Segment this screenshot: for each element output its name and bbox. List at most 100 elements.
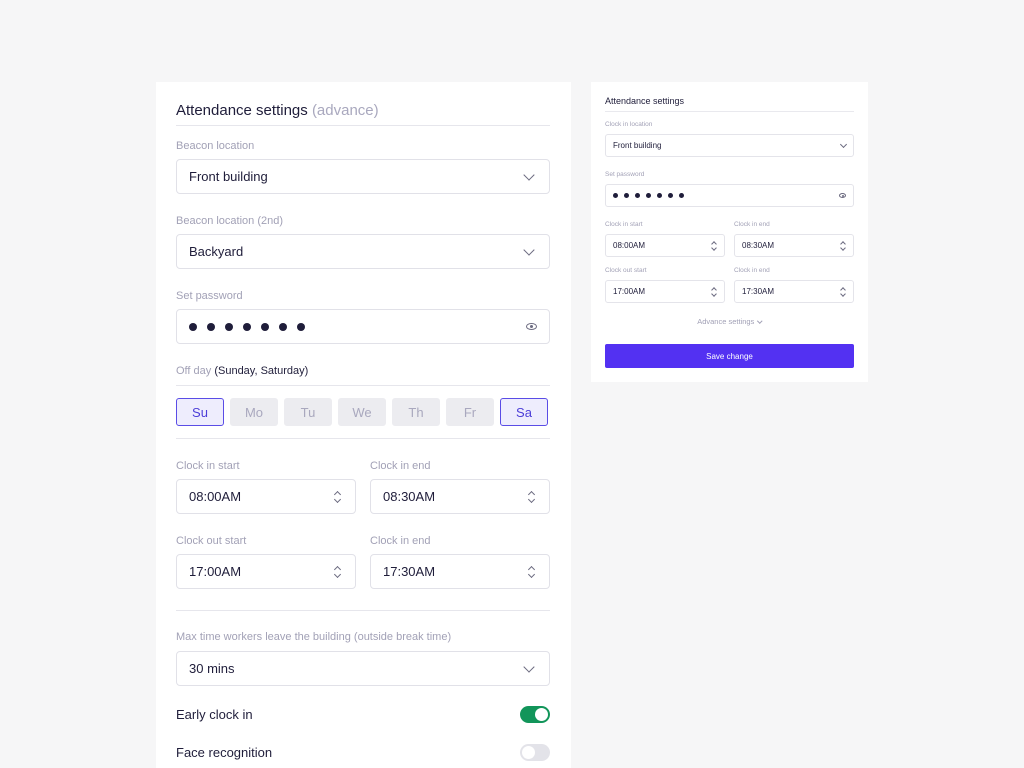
password-field[interactable] xyxy=(605,184,854,207)
advance-settings-text: Advance settings xyxy=(697,317,755,326)
max-time-select[interactable]: 30 mins xyxy=(176,651,550,686)
updown-icon xyxy=(527,491,537,503)
toggle-knob xyxy=(535,708,548,721)
divider xyxy=(176,610,550,611)
password-dot xyxy=(635,193,640,198)
beacon-location-2nd-label: Beacon location (2nd) xyxy=(176,215,284,227)
beacon-location-value: Front building xyxy=(189,169,268,184)
clock-in-start-label: Clock in start xyxy=(176,460,240,472)
day-selector: Su Mo Tu We Th Fr Sa xyxy=(176,398,548,426)
clock-out-start-select[interactable]: 17:00AM xyxy=(176,554,356,589)
clock-out-end-select[interactable]: 17:30AM xyxy=(370,554,550,589)
updown-icon xyxy=(333,491,343,503)
title-suffix: (advance) xyxy=(311,102,379,119)
set-password-label: Set password xyxy=(176,290,243,302)
clock-out-end-label: Clock in end xyxy=(734,267,770,274)
updown-icon xyxy=(840,288,846,296)
password-dots xyxy=(189,322,305,331)
password-dot xyxy=(189,322,197,331)
password-dot xyxy=(225,322,233,331)
clock-in-location-value: Front building xyxy=(613,141,662,150)
beacon-location-2nd-select[interactable]: Backyard xyxy=(176,234,550,269)
title-text: Attendance settings xyxy=(176,102,308,119)
early-clock-in-row: Early clock in xyxy=(176,706,550,723)
clock-in-end-value: 08:30AM xyxy=(383,489,436,504)
clock-in-location-select[interactable]: Front building xyxy=(605,134,854,157)
off-day-summary: (Sunday, Saturday) xyxy=(214,365,309,377)
updown-icon xyxy=(333,566,343,578)
password-dot xyxy=(657,193,662,198)
chevron-down-icon xyxy=(839,140,848,148)
max-time-value: 30 mins xyxy=(189,661,235,676)
off-day-label-text: Off day xyxy=(176,365,212,377)
password-dot xyxy=(624,193,629,198)
password-dot xyxy=(261,322,269,331)
day-button-fr[interactable]: Fr xyxy=(446,398,494,426)
clock-in-end-select[interactable]: 08:30AM xyxy=(370,479,550,514)
clock-out-start-label: Clock out start xyxy=(176,535,247,547)
password-dots xyxy=(613,193,684,198)
clock-out-end-label: Clock in end xyxy=(370,535,431,547)
divider xyxy=(176,438,550,439)
clock-in-start-select[interactable]: 08:00AM xyxy=(176,479,356,514)
password-dot xyxy=(613,193,618,198)
clock-out-start-value: 17:00AM xyxy=(189,564,242,579)
divider xyxy=(176,125,550,126)
advance-settings-link[interactable]: Advance settings xyxy=(591,317,868,326)
clock-in-end-value: 08:30AM xyxy=(742,241,775,250)
off-day-label: Off day (Sunday, Saturday) xyxy=(176,365,308,377)
clock-in-start-select[interactable]: 08:00AM xyxy=(605,234,725,257)
updown-icon xyxy=(527,566,537,578)
day-button-tu[interactable]: Tu xyxy=(284,398,332,426)
page-title: Attendance settings (advance) xyxy=(176,102,379,119)
updown-icon xyxy=(840,242,846,250)
password-dot xyxy=(243,322,251,331)
password-dot xyxy=(279,322,287,331)
beacon-location-select[interactable]: Front building xyxy=(176,159,550,194)
clock-out-start-select[interactable]: 17:00AM xyxy=(605,280,725,303)
save-change-button[interactable]: Save change xyxy=(605,344,854,368)
clock-out-end-select[interactable]: 17:30AM xyxy=(734,280,854,303)
clock-in-end-label: Clock in end xyxy=(734,221,770,228)
chevron-down-icon xyxy=(757,317,763,323)
day-button-su[interactable]: Su xyxy=(176,398,224,426)
clock-out-start-value: 17:00AM xyxy=(613,287,646,296)
toggle-knob xyxy=(522,746,535,759)
clock-in-end-select[interactable]: 08:30AM xyxy=(734,234,854,257)
day-button-mo[interactable]: Mo xyxy=(230,398,278,426)
eye-icon[interactable] xyxy=(526,323,537,330)
face-recognition-toggle[interactable] xyxy=(520,744,550,761)
max-time-label: Max time workers leave the building (out… xyxy=(176,631,452,643)
password-dot xyxy=(668,193,673,198)
divider xyxy=(176,385,550,386)
chevron-down-icon xyxy=(523,168,535,181)
clock-in-location-label: Clock in location xyxy=(605,121,653,128)
face-recognition-label: Face recognition xyxy=(176,745,273,760)
face-recognition-row: Face recognition xyxy=(176,744,550,761)
card-title: Attendance settings xyxy=(605,96,685,106)
beacon-location-2nd-value: Backyard xyxy=(189,244,244,259)
set-password-label: Set password xyxy=(605,171,645,178)
day-button-th[interactable]: Th xyxy=(392,398,440,426)
eye-icon[interactable] xyxy=(839,193,846,198)
clock-in-end-label: Clock in end xyxy=(370,460,431,472)
beacon-location-label: Beacon location xyxy=(176,140,255,152)
early-clock-in-toggle[interactable] xyxy=(520,706,550,723)
clock-in-start-value: 08:00AM xyxy=(189,489,242,504)
password-dot xyxy=(207,322,215,331)
password-dot xyxy=(679,193,684,198)
password-dot xyxy=(646,193,651,198)
clock-out-start-label: Clock out start xyxy=(605,267,647,274)
password-dot xyxy=(297,322,305,331)
day-button-sa[interactable]: Sa xyxy=(500,398,548,426)
password-field[interactable] xyxy=(176,309,550,344)
divider xyxy=(605,111,854,112)
clock-out-end-value: 17:30AM xyxy=(383,564,436,579)
chevron-down-icon xyxy=(523,660,535,673)
clock-out-end-value: 17:30AM xyxy=(742,287,775,296)
day-button-we[interactable]: We xyxy=(338,398,386,426)
chevron-down-icon xyxy=(523,243,535,256)
updown-icon xyxy=(711,242,717,250)
advanced-settings-card: Attendance settings (advance) Beacon loc… xyxy=(156,82,571,768)
early-clock-in-label: Early clock in xyxy=(176,707,253,722)
